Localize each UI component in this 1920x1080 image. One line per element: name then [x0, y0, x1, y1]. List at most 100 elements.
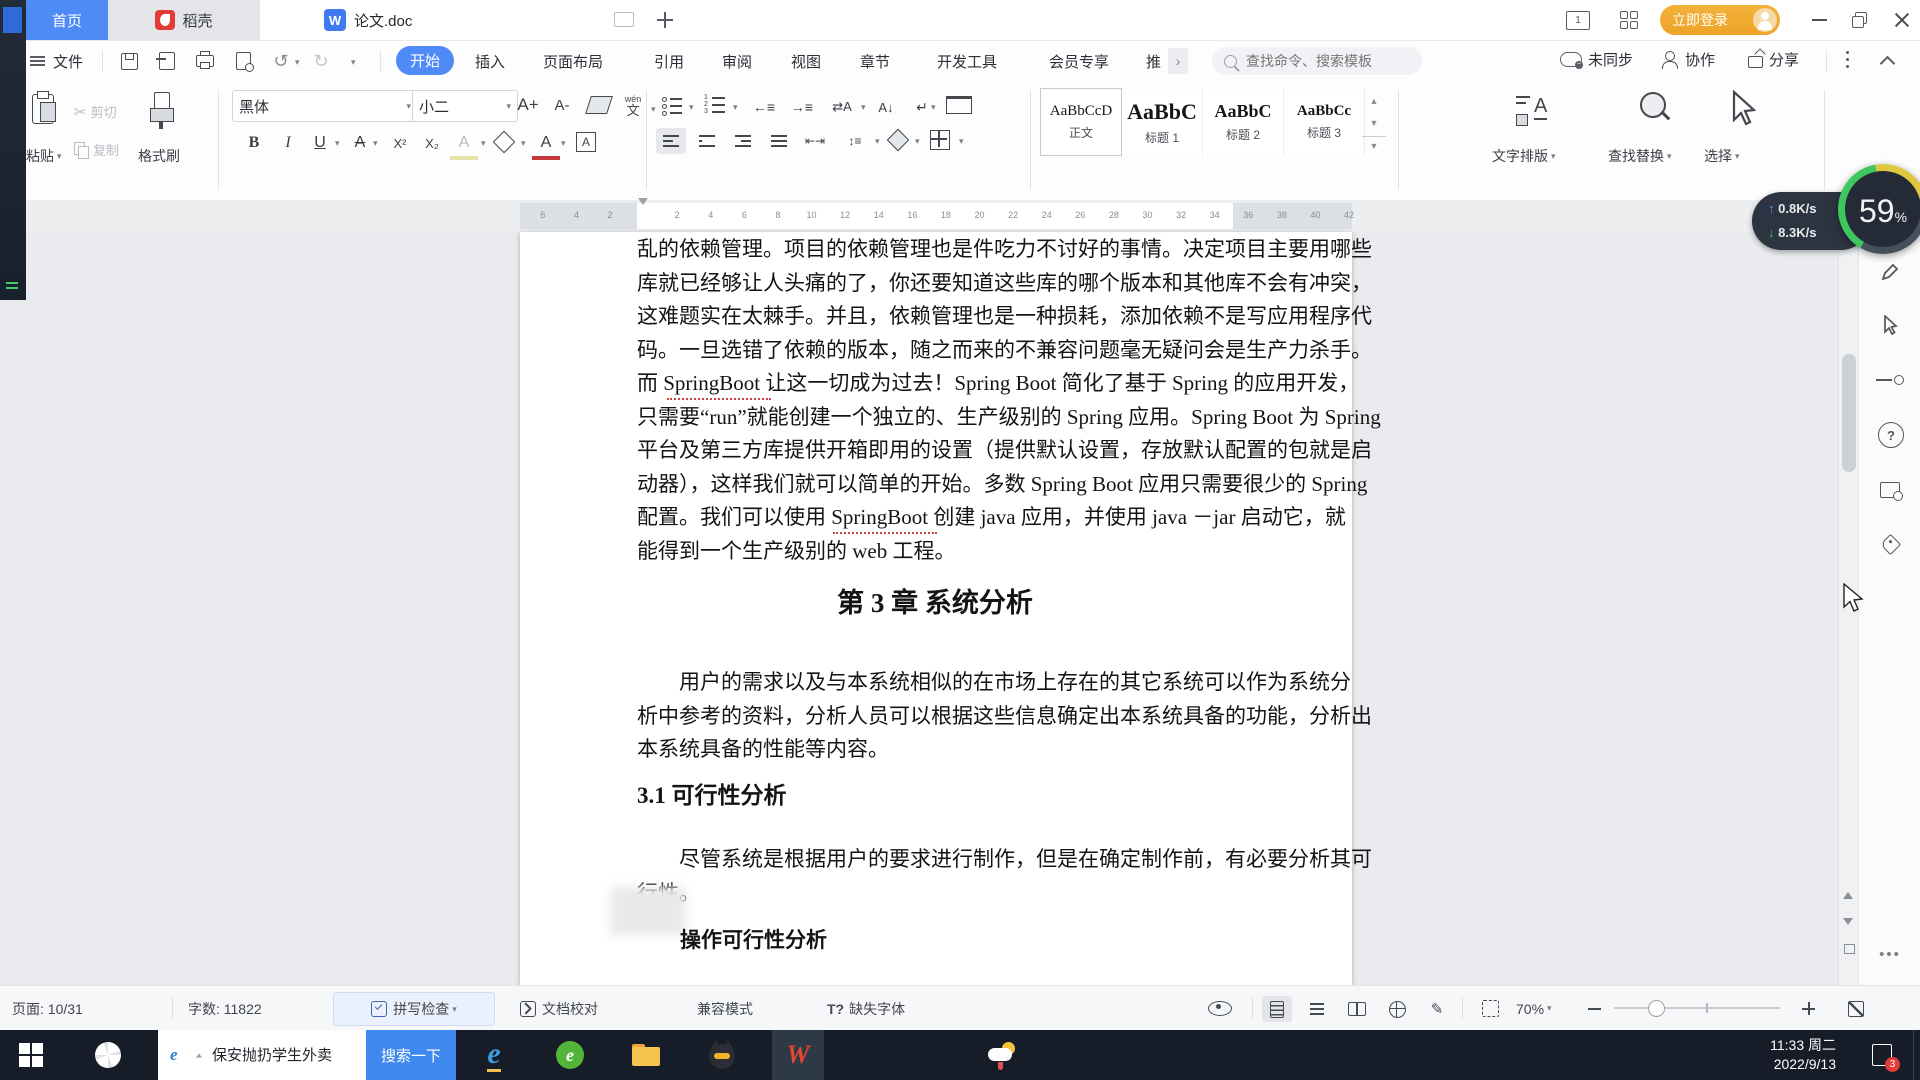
font-size-combo[interactable]: 小二 ▾ — [412, 90, 518, 122]
strip-more-icon[interactable]: ••• — [1876, 940, 1904, 968]
text-direction-dropdown-icon[interactable]: ▾ — [861, 102, 866, 113]
font-name-combo[interactable]: 黑体 ▾ — [232, 90, 418, 122]
select-browse-object-button[interactable] — [1844, 944, 1855, 954]
ribbon-tab-recommend[interactable]: 推 — [1146, 51, 1161, 72]
view-read-icon[interactable] — [1342, 996, 1372, 1022]
taskbar-search-box[interactable]: e 保安抛扔学生外卖 搜索一下 — [158, 1030, 456, 1080]
restore-button[interactable] — [1852, 12, 1868, 28]
compatibility-mode[interactable]: 兼容模式 — [697, 986, 753, 1031]
quickbar-dropdown-icon[interactable]: ▾ — [351, 57, 356, 68]
zoom-out-button[interactable] — [1588, 986, 1601, 1031]
borders-dropdown-icon[interactable]: ▾ — [959, 136, 964, 147]
fit-page-icon[interactable] — [1482, 986, 1499, 1031]
sort-icon[interactable]: A↓ — [872, 94, 900, 120]
image-tool-icon[interactable] — [1876, 476, 1904, 504]
paste-button[interactable]: 粘贴 ▾ — [26, 146, 62, 166]
numbered-list-icon[interactable]: 123 — [704, 94, 726, 115]
style-heading2[interactable]: AaBbC 标题 2 — [1203, 89, 1284, 155]
justify-icon[interactable] — [764, 128, 794, 154]
undo-icon[interactable]: ↺ — [268, 49, 294, 73]
paste-icon[interactable] — [32, 91, 62, 130]
ribbon-tab-member[interactable]: 会员专享 — [1049, 51, 1109, 72]
word-count[interactable]: 字数: 11822 — [188, 986, 262, 1031]
notification-center-button[interactable]: 3 — [1856, 1030, 1908, 1080]
reading-protect-icon[interactable] — [1208, 986, 1232, 1031]
search-go-button[interactable]: 搜索一下 — [366, 1030, 456, 1080]
align-center-icon[interactable] — [692, 128, 722, 154]
minimize-button[interactable] — [1812, 19, 1827, 21]
tab-home[interactable]: 首页 — [26, 0, 108, 40]
select-button[interactable]: 选择 ▾ — [1704, 146, 1740, 166]
ribbon-tab-insert[interactable]: 插入 — [475, 51, 505, 72]
taskbar-airdroid-cat-icon[interactable] — [696, 1030, 748, 1080]
paragraph-shading-icon[interactable] — [886, 128, 910, 152]
view-page-icon[interactable] — [1262, 996, 1292, 1022]
ribbon-tab-review[interactable]: 审阅 — [722, 51, 752, 72]
tab-document[interactable]: W 论文.doc — [300, 0, 584, 40]
format-painter-button[interactable]: 格式刷 — [138, 146, 180, 166]
redo-icon[interactable]: ↻ — [308, 49, 334, 73]
font-color-dropdown-icon[interactable]: ▾ — [561, 138, 566, 149]
spell-check-button[interactable]: 拼写检查 ▾ — [333, 992, 495, 1026]
char-shading-icon[interactable] — [492, 130, 516, 154]
find-replace-icon[interactable] — [1638, 92, 1672, 126]
undo-dropdown-icon[interactable]: ▾ — [295, 57, 300, 68]
style-gallery-down-icon[interactable]: ▼ — [1362, 114, 1386, 132]
highlight-dropdown-icon[interactable]: ▾ — [481, 138, 486, 149]
decrease-indent-icon[interactable]: ←≡ — [750, 94, 778, 120]
zoom-level[interactable]: 70% ▾ — [1516, 986, 1552, 1031]
copy-button[interactable]: 复制 — [74, 140, 119, 159]
taskbar-ie-icon[interactable]: e — [468, 1030, 520, 1080]
taskbar-360se-icon[interactable]: e — [544, 1030, 596, 1080]
italic-icon[interactable]: I — [274, 130, 302, 156]
browser-360-pinwheel-icon[interactable] — [80, 1030, 136, 1080]
tab-docer[interactable]: 稻壳 — [108, 0, 260, 40]
grow-font-icon[interactable]: A+ — [514, 92, 542, 118]
missing-font-button[interactable]: T? 缺失字体 — [827, 986, 905, 1031]
tag-icon[interactable] — [1876, 530, 1904, 558]
close-button[interactable] — [1894, 12, 1910, 28]
ribbon-tab-references[interactable]: 引用 — [654, 51, 684, 72]
docked-side-panel[interactable] — [0, 0, 26, 300]
ribbon-tab-view[interactable]: 视图 — [791, 51, 821, 72]
numbered-dropdown-icon[interactable]: ▾ — [733, 102, 738, 113]
clear-format-icon[interactable] — [585, 96, 613, 114]
ribbon-tab-developer[interactable]: 开发工具 — [937, 51, 997, 72]
ribbon-tab-home[interactable]: 开始 — [396, 46, 454, 75]
format-painter-icon[interactable] — [150, 92, 176, 130]
style-gallery-more-icon[interactable]: ▼ — [1362, 136, 1386, 155]
cut-button[interactable]: ✂ 剪切 — [74, 102, 117, 121]
align-right-icon[interactable] — [728, 128, 758, 154]
ribbon-tab-page-layout[interactable]: 页面布局 — [543, 51, 603, 72]
zoom-slider-handle[interactable] — [1648, 1000, 1665, 1017]
command-search-input[interactable] — [1244, 52, 1418, 70]
presentation-mode-icon[interactable] — [614, 12, 634, 27]
ribbon-tab-section[interactable]: 章节 — [860, 51, 890, 72]
borders-icon[interactable] — [930, 130, 950, 150]
line-spacing-dropdown-icon[interactable]: ▾ — [875, 136, 880, 147]
underline-icon[interactable]: U — [306, 130, 334, 156]
more-menu-icon[interactable] — [1846, 49, 1850, 71]
apps-grid-icon[interactable] — [1620, 11, 1638, 29]
show-desktop-button[interactable] — [1913, 1030, 1914, 1080]
paragraph-mark-dropdown-icon[interactable]: ▾ — [931, 102, 936, 113]
fullscreen-button[interactable] — [1848, 986, 1864, 1031]
find-replace-button[interactable]: 查找替换 ▾ — [1608, 146, 1672, 166]
zoom-slider-track[interactable] — [1614, 1007, 1780, 1009]
pinyin-dropdown-icon[interactable]: ▾ — [651, 104, 656, 115]
collaborate-button[interactable]: 协作 — [1662, 49, 1715, 70]
window-manager-icon[interactable]: 1 — [1566, 11, 1590, 30]
strikethrough-icon[interactable]: A — [346, 130, 374, 156]
char-shading-dropdown-icon[interactable]: ▾ — [521, 138, 526, 149]
command-search[interactable] — [1212, 47, 1422, 75]
view-outline-icon[interactable] — [1302, 996, 1332, 1022]
taskbar-clock[interactable]: 11:33 周二 2022/9/13 — [1730, 1030, 1840, 1080]
collapse-ribbon-icon[interactable] — [1879, 55, 1896, 72]
zoom-in-button[interactable] — [1802, 986, 1815, 1031]
memory-gauge-overlay[interactable]: 59% — [1838, 164, 1920, 254]
distribute-icon[interactable]: ⇤⇥ — [800, 128, 830, 154]
style-gallery-up-icon[interactable]: ▲ — [1362, 92, 1386, 110]
increase-indent-icon[interactable]: →≡ — [788, 94, 816, 120]
style-heading1[interactable]: AaBbC 标题 1 — [1122, 89, 1203, 155]
export-icon[interactable] — [154, 49, 180, 73]
